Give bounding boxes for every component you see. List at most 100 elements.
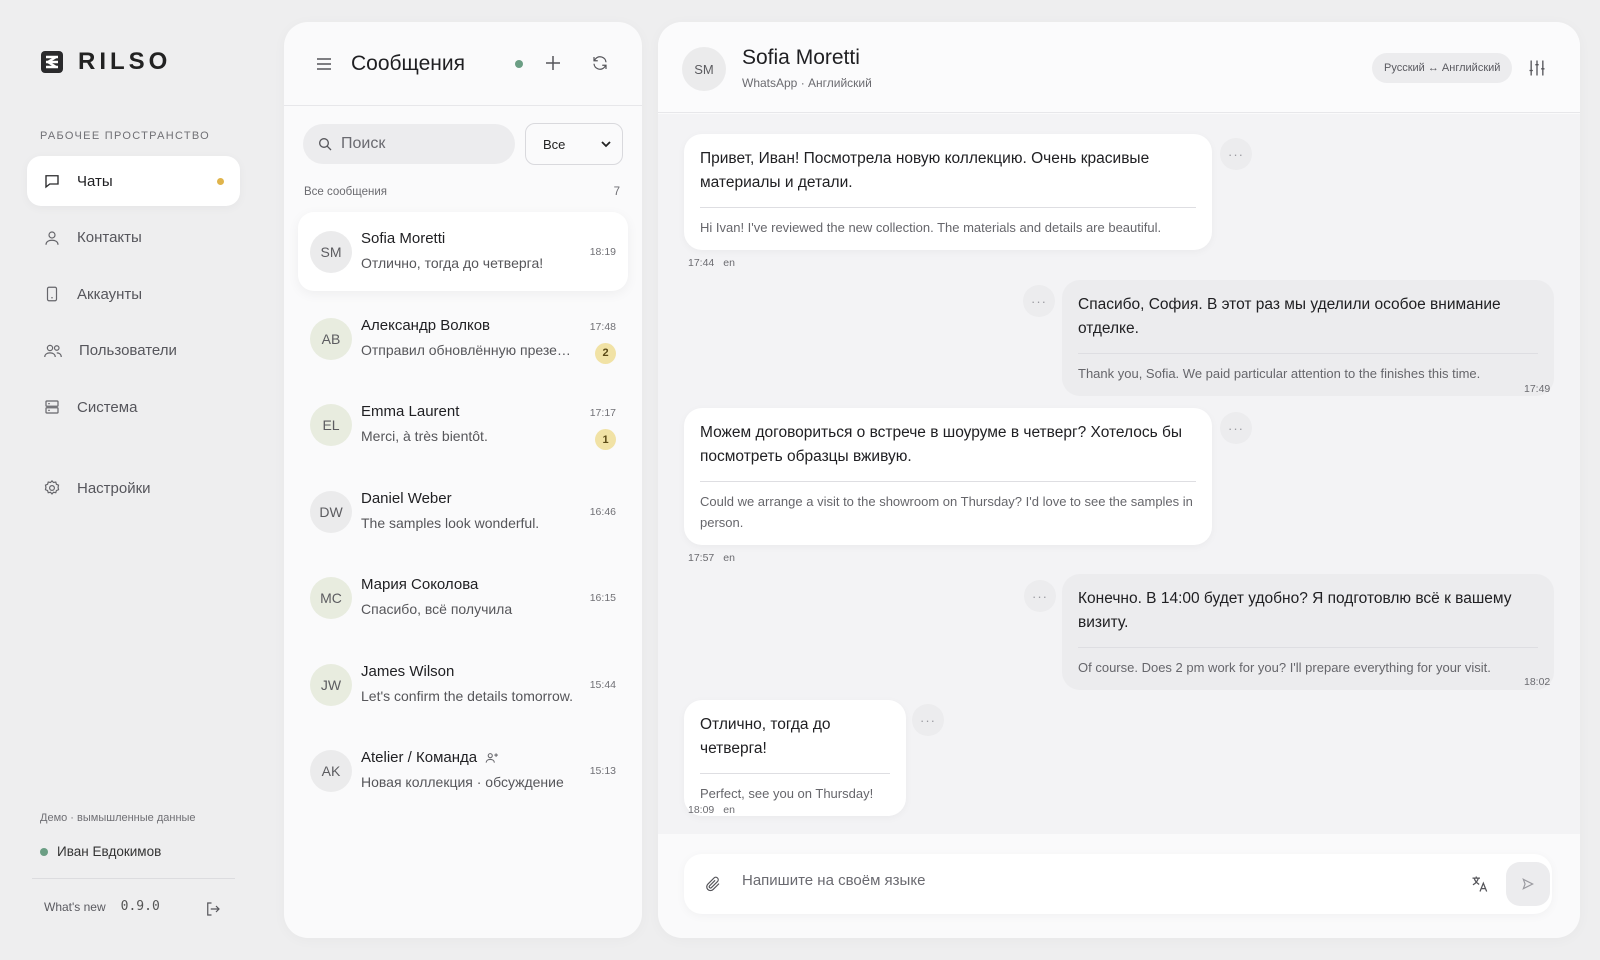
message-bubble-incoming[interactable]: Можем договориться о встрече в шоуруме в…	[684, 408, 1212, 545]
message-translation: Could we arrange a visit to the showroom…	[700, 494, 1193, 530]
conversation-time: 15:13	[589, 765, 616, 777]
brand-name: RILSO	[78, 48, 172, 75]
language-pair-pill[interactable]: Русский ↔ Английский	[1372, 53, 1513, 83]
search-input[interactable]	[341, 135, 501, 153]
nav-item-users[interactable]: Пользователи	[27, 326, 240, 376]
conversation-preview: Отлично, тогда до четверга!	[361, 255, 544, 271]
message-more-button[interactable]: ···	[1024, 580, 1056, 612]
message-more-button[interactable]: ···	[1220, 412, 1252, 444]
refresh-icon[interactable]	[591, 54, 609, 72]
message-original: Привет, Иван! Посмотрела новую коллекцию…	[700, 150, 1150, 191]
contact-name: Sofia Moretti	[742, 46, 860, 69]
conversation-name: Daniel Weber	[361, 490, 452, 507]
message-translation: Hi Ivan! I've reviewed the new collectio…	[700, 220, 1162, 235]
message-translation: Thank you, Sofia. We paid particular att…	[1078, 366, 1481, 381]
logout-icon[interactable]	[204, 900, 222, 918]
message-more-button[interactable]: ···	[912, 704, 944, 736]
nav-item-chats[interactable]: Чаты	[27, 156, 240, 206]
connection-status-dot	[515, 60, 523, 68]
conversation-time: 17:48	[589, 320, 616, 333]
phone-icon	[43, 285, 61, 303]
users-icon	[43, 342, 63, 360]
conversation-item[interactable]: DW Daniel Weber The samples look wonderf…	[298, 472, 628, 551]
nav-item-accounts[interactable]: Аккаунты	[27, 269, 240, 319]
filter-selected-value: Все	[543, 136, 566, 152]
conversation-item[interactable]: AK Atelier / Команда Новая коллекция · о…	[298, 731, 628, 810]
conversation-item[interactable]: JW James Wilson Let's confirm the detail…	[298, 645, 628, 724]
message-original: Отлично, тогда до четверга!	[700, 716, 831, 757]
conversation-item[interactable]: SM Sofia Moretti Отлично, тогда до четве…	[298, 212, 628, 291]
avatar: EL	[310, 404, 352, 446]
message-original: Спасибо, София. В этот раз мы уделили ос…	[1078, 296, 1501, 337]
logo[interactable]: RILSO	[40, 48, 171, 76]
avatar: AB	[310, 317, 352, 360]
conversation-name: Александр Волков	[361, 317, 490, 334]
conversation-item[interactable]: EL Emma Laurent Merci, à très bientôt. 1…	[298, 385, 628, 464]
user-name: Иван Евдокимов	[57, 844, 162, 859]
send-button[interactable]	[1506, 862, 1550, 906]
nav-item-settings[interactable]: Настройки	[27, 463, 240, 513]
message-original: Конечно. В 14:00 будет удобно? Я подгото…	[1078, 590, 1512, 631]
message-bubble-outgoing[interactable]: Конечно. В 14:00 будет удобно? Я подгото…	[1062, 574, 1554, 690]
paperclip-icon[interactable]	[704, 874, 722, 894]
conversation-name-text: Александр Волков	[361, 316, 491, 334]
message-meta: 17:57 en	[688, 552, 735, 564]
nav-item-system[interactable]: Система	[27, 382, 240, 432]
filter-select[interactable]: Все	[525, 123, 623, 165]
conversation-time: 16:46	[589, 505, 616, 518]
rilso-logo-icon	[40, 50, 64, 74]
unread-badge: 2	[595, 342, 616, 364]
workspace-section-label: РАБОЧЕЕ ПРОСТРАНСТВО	[40, 130, 210, 142]
nav-item-contacts[interactable]: Контакты	[27, 213, 240, 263]
conversation-list: SM Sofia Moretti Отлично, тогда до четве…	[298, 212, 628, 818]
message-bubble-incoming[interactable]: Привет, Иван! Посмотрела новую коллекцию…	[684, 134, 1212, 250]
conversation-time: 16:15	[589, 592, 616, 604]
conversation-preview: Спасибо, всё получила	[361, 601, 513, 617]
nav-item-label: Пользователи	[79, 342, 177, 359]
message-composer	[684, 854, 1552, 914]
demo-note: Демо · вымышленные данные	[40, 812, 196, 824]
message-meta: 18:02	[1524, 676, 1550, 688]
chat-panel: SM Sofia Moretti WhatsApp · Английский Р…	[658, 22, 1580, 938]
conversation-name-text: James Wilson	[361, 662, 455, 680]
chat-header: SM Sofia Moretti WhatsApp · Английский Р…	[658, 22, 1580, 113]
gear-icon	[43, 479, 61, 497]
whats-new-link[interactable]: What's new	[44, 900, 106, 914]
message-lang: en	[723, 804, 735, 816]
message-original: Можем договориться о встрече в шоуруме в…	[700, 424, 1182, 465]
message-translation: Of course. Does 2 pm work for you? I'll …	[1078, 660, 1491, 675]
message-more-button[interactable]: ···	[1220, 138, 1252, 170]
new-chat-plus-icon[interactable]	[544, 54, 562, 72]
message-meta: 17:49	[1524, 383, 1550, 395]
conversation-item[interactable]: AB Александр Волков Отправил обновлённую…	[298, 299, 628, 378]
message-lang: en	[723, 552, 735, 564]
list-section-header: Все сообщения 7	[304, 186, 620, 198]
nav-item-label: Контакты	[77, 229, 142, 246]
search-field[interactable]	[303, 124, 515, 164]
list-header: Сообщения	[284, 22, 642, 106]
conversation-name: James Wilson	[361, 663, 454, 680]
section-label: Все сообщения	[304, 186, 387, 198]
message-more-button[interactable]: ···	[1023, 285, 1055, 317]
message-input[interactable]	[742, 872, 1422, 889]
message-lang: en	[723, 257, 735, 269]
section-count: 7	[613, 186, 620, 198]
conversation-name-text: Sofia Moretti	[361, 230, 446, 247]
conversation-name-text: Daniel Weber	[361, 489, 452, 507]
conversation-preview: Новая коллекция · обсуждение	[361, 774, 564, 790]
message-bubble-outgoing[interactable]: Спасибо, София. В этот раз мы уделили ос…	[1062, 280, 1554, 396]
conversation-item[interactable]: MC Мария Соколова Спасибо, всё получила …	[298, 558, 628, 637]
conversation-preview: Merci, à très bientôt.	[361, 428, 488, 444]
conversation-name-text: Мария Соколова	[361, 576, 479, 593]
current-user[interactable]: Иван Евдокимов	[40, 844, 161, 859]
sliders-icon[interactable]	[1527, 58, 1547, 78]
conversation-time: 15:44	[589, 678, 616, 691]
avatar[interactable]: SM	[682, 47, 726, 91]
sidebar: RILSO РАБОЧЕЕ ПРОСТРАНСТВО Чаты Контакты…	[0, 0, 262, 960]
conversation-name: Мария Соколова	[361, 576, 478, 593]
nav-item-label: Аккаунты	[77, 285, 143, 303]
message-thread: Привет, Иван! Посмотрела новую коллекцию…	[658, 114, 1580, 834]
message-bubble-incoming[interactable]: Отлично, тогда до четверга! Perfect, see…	[684, 700, 906, 816]
translate-icon[interactable]	[1470, 874, 1490, 894]
hamburger-menu-icon[interactable]	[316, 57, 332, 71]
